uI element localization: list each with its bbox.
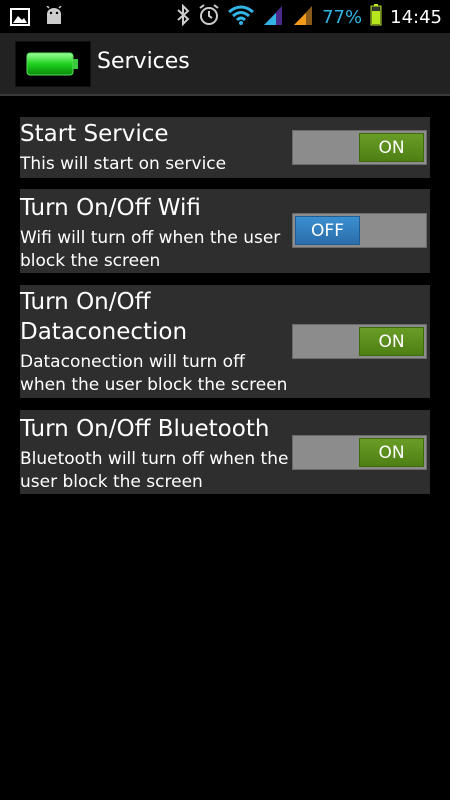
- toggle-label: ON: [359, 133, 424, 162]
- setting-summary: Dataconection will turn off when the use…: [20, 352, 288, 395]
- status-bar: 77% 14:45: [0, 0, 450, 33]
- setting-summary: Wifi will turn off when the user block t…: [20, 228, 281, 271]
- setting-title: Start Service: [20, 121, 169, 147]
- alarm-icon: [198, 4, 220, 30]
- toggle-label: OFF: [295, 216, 360, 245]
- dataconnection-toggle[interactable]: ON: [292, 324, 427, 359]
- wifi-icon: [228, 5, 255, 29]
- battery-icon: [370, 4, 382, 30]
- setting-wifi[interactable]: Turn On/Off Wifi Wifi will turn off when…: [20, 189, 430, 273]
- image-icon: [10, 8, 30, 30]
- toggle-label: ON: [359, 438, 424, 467]
- setting-bluetooth[interactable]: Turn On/Off Bluetooth Bluetooth will tur…: [20, 410, 430, 494]
- android-debug-icon: [44, 5, 64, 32]
- start-service-toggle[interactable]: ON: [292, 130, 427, 165]
- bluetooth-icon: [176, 3, 190, 30]
- action-bar: Services: [0, 33, 450, 96]
- setting-summary: This will start on service: [20, 154, 227, 174]
- bluetooth-toggle[interactable]: ON: [292, 435, 427, 470]
- toggle-label: ON: [359, 327, 424, 356]
- signal-icon: [262, 4, 284, 30]
- battery-full-icon[interactable]: [15, 41, 91, 87]
- page-title: Services: [97, 49, 190, 74]
- setting-title: Turn On/Off Wifi: [20, 195, 201, 221]
- battery-percent: 77%: [322, 6, 363, 28]
- wifi-toggle[interactable]: OFF: [292, 213, 427, 248]
- signal-icon: [292, 4, 314, 30]
- clock: 14:45: [390, 6, 442, 28]
- setting-title: Turn On/Off Bluetooth: [20, 416, 270, 442]
- setting-start-service[interactable]: Start Service This will start on service…: [20, 117, 430, 178]
- setting-summary: Bluetooth will turn off when the user bl…: [20, 449, 289, 492]
- setting-title: Turn On/Off Dataconection: [20, 289, 188, 345]
- setting-dataconnection[interactable]: Turn On/Off Dataconection Dataconection …: [20, 285, 430, 398]
